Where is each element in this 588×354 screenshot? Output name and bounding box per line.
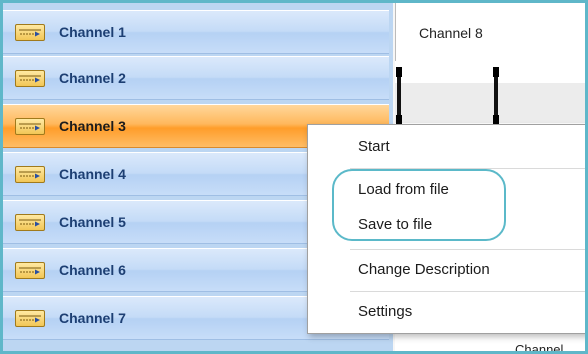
- channel-icon: [15, 309, 45, 327]
- channel-label: Channel 3: [59, 118, 126, 134]
- timeline-band-shaded: [395, 83, 585, 123]
- menu-item-load-from-file[interactable]: Load from file: [358, 181, 449, 198]
- menu-separator: [350, 249, 585, 250]
- channel-icon: [15, 69, 45, 87]
- channel-icon: [15, 117, 45, 135]
- timeline-marker-left[interactable]: [396, 67, 402, 125]
- channel-label: Channel 6: [59, 262, 126, 278]
- channel-icon: [15, 261, 45, 279]
- timeline-marker-right[interactable]: [493, 67, 499, 125]
- channel-icon: [15, 23, 45, 41]
- channel-item-1[interactable]: Channel 1: [3, 10, 389, 54]
- channel-label: Channel 1: [59, 24, 126, 40]
- context-menu: Start Load from file Save to file Change…: [307, 124, 585, 334]
- channel-item-2[interactable]: Channel 2: [3, 56, 389, 100]
- channel-label: Channel 7: [59, 310, 126, 326]
- channel-label: Channel 5: [59, 214, 126, 230]
- menu-separator: [350, 168, 585, 169]
- menu-separator: [350, 291, 585, 292]
- timeline-band: [395, 61, 585, 83]
- channel-label-partial: Channel: [515, 342, 564, 354]
- app-window: Channel 1 Channel 2 Channel 3 Channel 4 …: [0, 0, 588, 354]
- channel-icon: [15, 213, 45, 231]
- channel-8-label: Channel 8: [419, 25, 483, 41]
- channel-label: Channel 4: [59, 166, 126, 182]
- channel-8-header[interactable]: Channel 8: [395, 3, 585, 61]
- menu-item-start[interactable]: Start: [358, 138, 390, 155]
- channel-label: Channel 2: [59, 70, 126, 86]
- menu-item-change-description[interactable]: Change Description: [358, 261, 490, 278]
- menu-item-save-to-file[interactable]: Save to file: [358, 216, 432, 233]
- channel-icon: [15, 165, 45, 183]
- menu-item-settings[interactable]: Settings: [358, 303, 412, 320]
